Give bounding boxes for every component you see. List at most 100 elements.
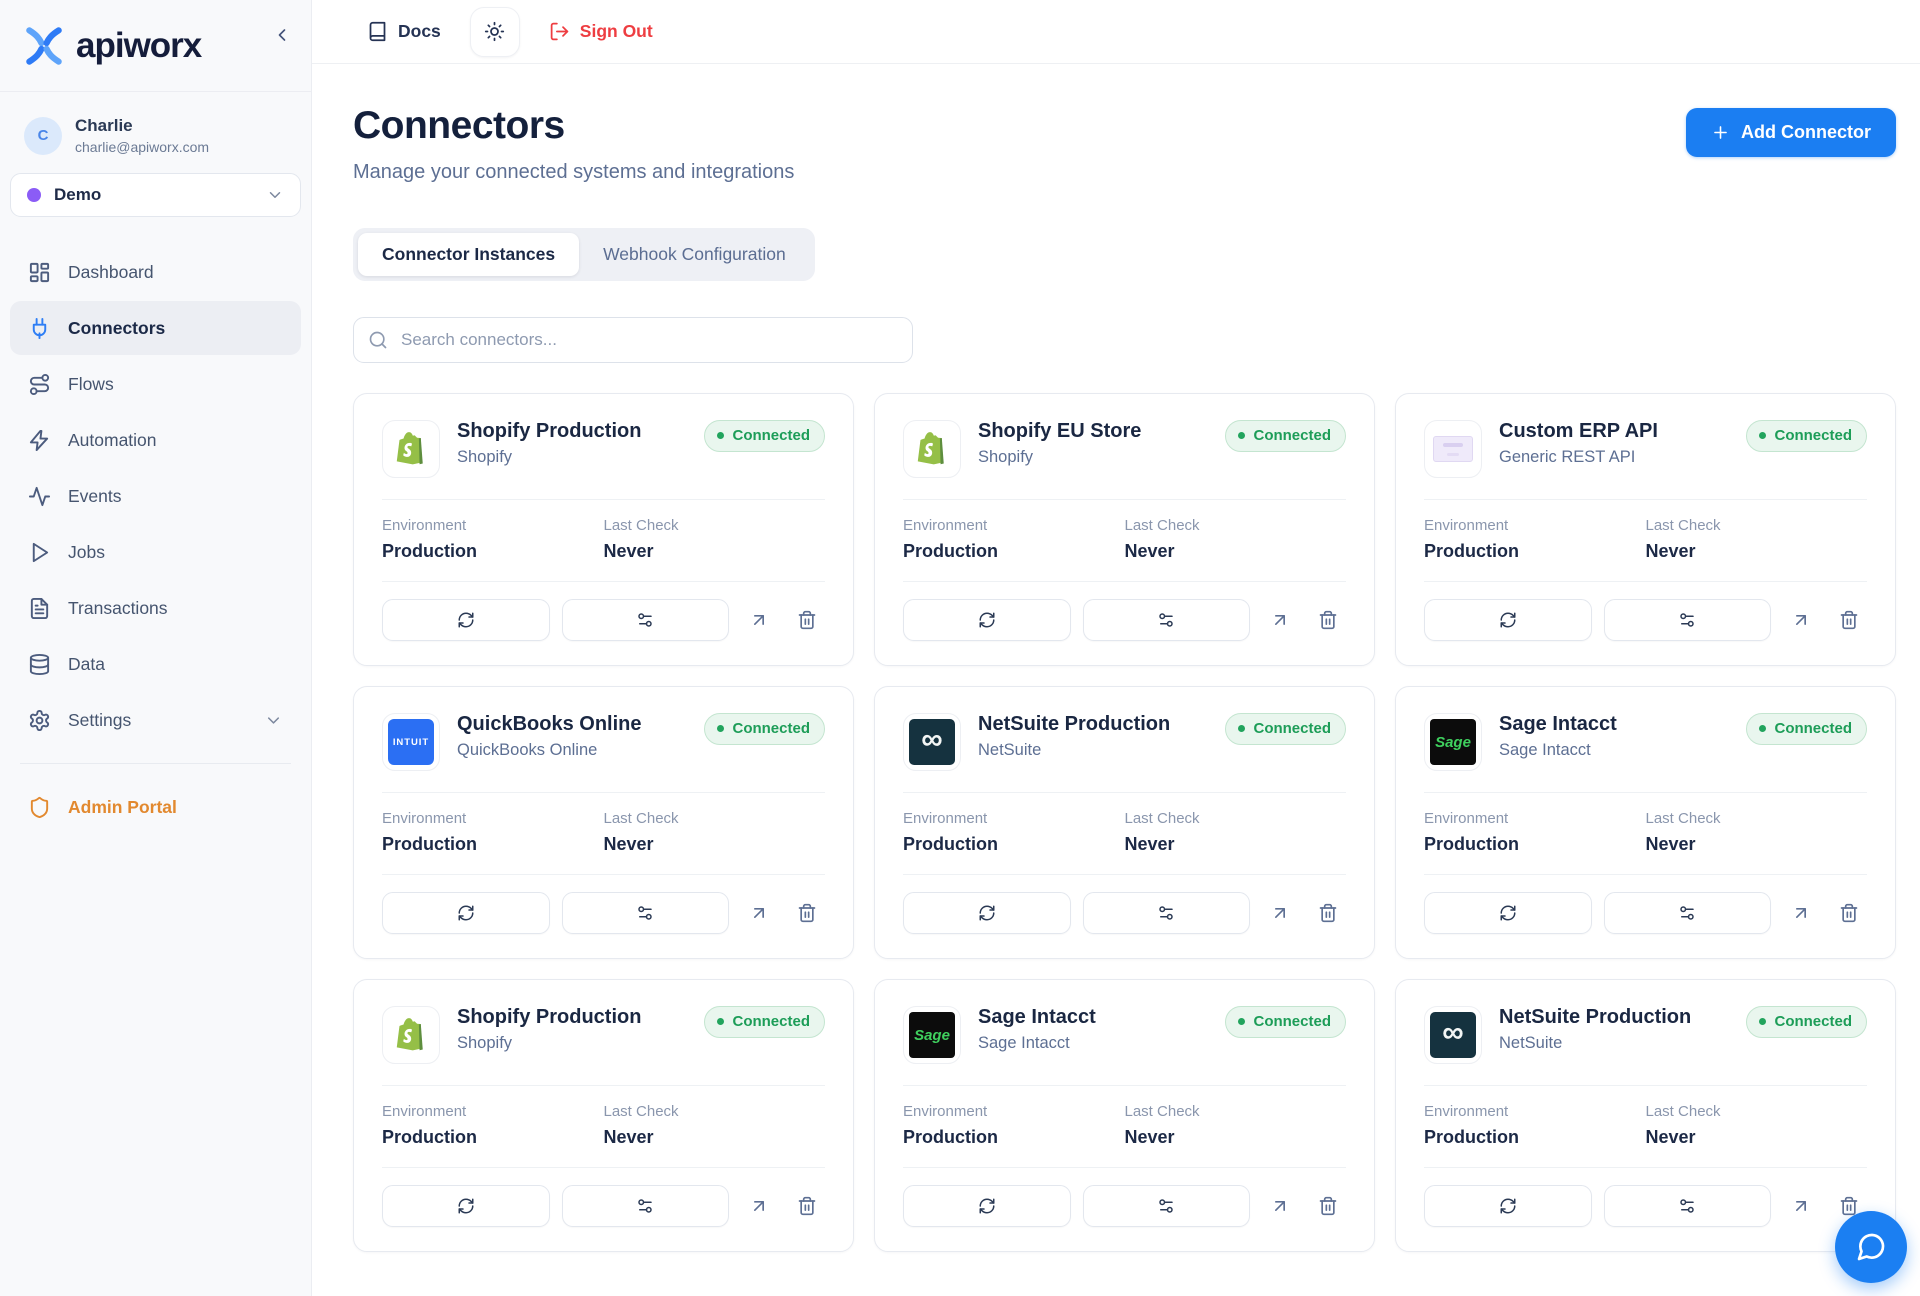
- connector-type: Shopify: [978, 448, 1141, 467]
- sidebar-divider: [20, 763, 291, 764]
- refresh-icon: [1499, 1197, 1517, 1215]
- apiworx-logo-icon: [22, 24, 66, 68]
- connector-type: Sage Intacct: [1499, 741, 1617, 760]
- sidebar-item-label: Automation: [68, 430, 157, 451]
- gear-icon: [28, 709, 51, 732]
- refresh-button[interactable]: [382, 892, 550, 934]
- delete-connector-button[interactable]: [1831, 895, 1867, 931]
- chat-bubble-icon: [1855, 1231, 1887, 1263]
- sidebar-item-jobs[interactable]: Jobs: [10, 525, 301, 579]
- open-connector-button[interactable]: [1783, 602, 1819, 638]
- sidebar-item-label: Connectors: [68, 318, 165, 339]
- status-label: Connected: [1253, 720, 1331, 737]
- sidebar-item-automation[interactable]: Automation: [10, 413, 301, 467]
- environment-value: Production: [903, 541, 1125, 562]
- refresh-button[interactable]: [1424, 892, 1592, 934]
- theme-toggle-button[interactable]: [470, 7, 520, 57]
- connector-type: NetSuite: [1499, 1034, 1691, 1053]
- open-connector-button[interactable]: [741, 1188, 777, 1224]
- sidebar-collapse-button[interactable]: [269, 22, 295, 48]
- open-connector-button[interactable]: [1783, 895, 1819, 931]
- sidebar-item-connectors[interactable]: Connectors: [10, 301, 301, 355]
- sliders-icon: [1678, 1197, 1696, 1215]
- environment-value: Production: [1424, 1127, 1646, 1148]
- org-selector[interactable]: Demo: [10, 173, 301, 217]
- status-dot-icon: [1759, 432, 1766, 439]
- open-connector-button[interactable]: [1783, 1188, 1819, 1224]
- refresh-icon: [978, 611, 996, 629]
- sidebar-item-transactions[interactable]: Transactions: [10, 581, 301, 635]
- sign-out-button[interactable]: Sign Out: [549, 21, 653, 42]
- tab-connector-instances[interactable]: Connector Instances: [358, 233, 579, 276]
- search-input[interactable]: [353, 317, 913, 363]
- status-badge: Connected: [704, 1006, 825, 1038]
- tab-webhook-configuration[interactable]: Webhook Configuration: [579, 233, 810, 276]
- activity-icon: [28, 485, 51, 508]
- configure-button[interactable]: [562, 599, 730, 641]
- environment-label: Environment: [382, 1103, 604, 1120]
- refresh-button[interactable]: [382, 1185, 550, 1227]
- page-subtitle: Manage your connected systems and integr…: [353, 161, 794, 184]
- chat-fab-button[interactable]: [1835, 1211, 1907, 1283]
- configure-button[interactable]: [1604, 1185, 1772, 1227]
- refresh-button[interactable]: [382, 599, 550, 641]
- sidebar-item-events[interactable]: Events: [10, 469, 301, 523]
- netsuite-logo-icon: ∞: [903, 713, 961, 771]
- delete-connector-button[interactable]: [1310, 895, 1346, 931]
- delete-connector-button[interactable]: [789, 602, 825, 638]
- sidebar-item-dashboard[interactable]: Dashboard: [10, 245, 301, 299]
- configure-button[interactable]: [1604, 599, 1772, 641]
- status-dot-icon: [717, 432, 724, 439]
- delete-connector-button[interactable]: [1310, 602, 1346, 638]
- refresh-button[interactable]: [1424, 1185, 1592, 1227]
- refresh-button[interactable]: [903, 1185, 1071, 1227]
- docs-link[interactable]: Docs: [367, 21, 441, 42]
- refresh-button[interactable]: [1424, 599, 1592, 641]
- sage-logo-icon: Sage: [1424, 713, 1482, 771]
- environment-value: Production: [382, 1127, 604, 1148]
- divider: [382, 1167, 825, 1168]
- configure-button[interactable]: [1083, 892, 1251, 934]
- sidebar-item-data[interactable]: Data: [10, 637, 301, 691]
- connector-grid: Shopify Production Shopify Connected Env…: [353, 393, 1896, 1252]
- open-connector-button[interactable]: [1262, 602, 1298, 638]
- refresh-button[interactable]: [903, 892, 1071, 934]
- last-check-label: Last Check: [1125, 1103, 1347, 1120]
- trash-icon: [1318, 903, 1338, 923]
- configure-button[interactable]: [1083, 599, 1251, 641]
- divider: [1424, 874, 1867, 875]
- delete-connector-button[interactable]: [789, 1188, 825, 1224]
- delete-connector-button[interactable]: [789, 895, 825, 931]
- trash-icon: [1839, 610, 1859, 630]
- configure-button[interactable]: [562, 1185, 730, 1227]
- delete-connector-button[interactable]: [1831, 602, 1867, 638]
- sidebar-item-flows[interactable]: Flows: [10, 357, 301, 411]
- status-label: Connected: [732, 1013, 810, 1030]
- sidebar-item-admin-portal[interactable]: Admin Portal: [10, 780, 301, 834]
- open-connector-button[interactable]: [741, 895, 777, 931]
- configure-button[interactable]: [562, 892, 730, 934]
- sliders-icon: [1157, 904, 1175, 922]
- search-icon: [368, 330, 388, 350]
- status-dot-icon: [1759, 725, 1766, 732]
- configure-button[interactable]: [1083, 1185, 1251, 1227]
- intuit-logo-icon: INTUIT: [382, 713, 440, 771]
- configure-button[interactable]: [1604, 892, 1772, 934]
- page-title: Connectors: [353, 104, 794, 148]
- divider: [1424, 499, 1867, 500]
- connector-card: Shopify Production Shopify Connected Env…: [353, 979, 854, 1252]
- status-label: Connected: [1253, 427, 1331, 444]
- sidebar-item-settings[interactable]: Settings: [10, 693, 301, 747]
- add-connector-button[interactable]: Add Connector: [1686, 108, 1896, 157]
- zap-icon: [28, 429, 51, 452]
- open-connector-button[interactable]: [1262, 895, 1298, 931]
- delete-connector-button[interactable]: [1310, 1188, 1346, 1224]
- refresh-button[interactable]: [903, 599, 1071, 641]
- sliders-icon: [636, 1197, 654, 1215]
- environment-value: Production: [1424, 541, 1646, 562]
- trash-icon: [1839, 903, 1859, 923]
- environment-label: Environment: [1424, 517, 1646, 534]
- connector-card: ∞ NetSuite Production NetSuite Connected…: [874, 686, 1375, 959]
- open-connector-button[interactable]: [741, 602, 777, 638]
- open-connector-button[interactable]: [1262, 1188, 1298, 1224]
